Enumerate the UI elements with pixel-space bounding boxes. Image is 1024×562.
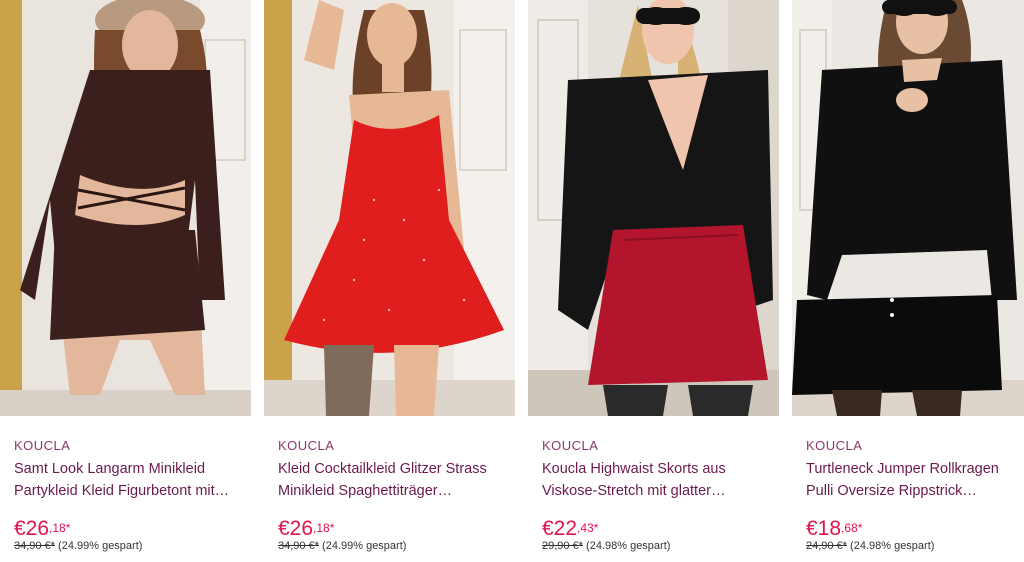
old-price: 34,90 €*: [14, 540, 55, 552]
current-price: €22,43*: [542, 517, 598, 541]
brand-label: KOUCLA: [542, 438, 599, 453]
brand-label: KOUCLA: [14, 438, 71, 453]
price-cents: ,18*: [313, 521, 335, 535]
old-price-line: 34,90 €* (24.99% gespart): [14, 540, 142, 552]
price-main: €26: [14, 517, 50, 540]
product-image[interactable]: [0, 0, 251, 416]
price-main: €18: [806, 517, 842, 540]
price-cents: ,43*: [577, 521, 599, 535]
old-price: 34,90 €*: [278, 540, 319, 552]
old-price: 24,90 €*: [806, 540, 847, 552]
discount-text: (24.99% gespart): [58, 540, 143, 552]
product-card[interactable]: KOUCLA Samt Look Langarm Minikleid Party…: [0, 0, 251, 562]
product-card[interactable]: KOUCLA Turtleneck Jumper Rollkragen Pull…: [792, 0, 1024, 562]
current-price: €26,18*: [14, 517, 70, 541]
discount-text: (24.98% gespart): [850, 540, 935, 552]
product-card[interactable]: KOUCLA Koucla Highwaist Skorts aus Visko…: [528, 0, 779, 562]
discount-text: (24.99% gespart): [322, 540, 407, 552]
brand-label: KOUCLA: [278, 438, 335, 453]
product-image[interactable]: [264, 0, 515, 416]
price-cents: ,68*: [841, 521, 863, 535]
product-image[interactable]: [528, 0, 779, 416]
old-price-line: 24,90 €* (24.98% gespart): [806, 540, 934, 552]
product-title[interactable]: Koucla Highwaist Skorts aus Viskose-Stre…: [542, 458, 770, 502]
product-title[interactable]: Samt Look Langarm Minikleid Partykleid K…: [14, 458, 242, 502]
product-card[interactable]: KOUCLA Kleid Cocktailkleid Glitzer Stras…: [264, 0, 515, 562]
old-price: 29,90 €*: [542, 540, 583, 552]
old-price-line: 34,90 €* (24.99% gespart): [278, 540, 406, 552]
brand-label: KOUCLA: [806, 438, 863, 453]
old-price-line: 29,90 €* (24.98% gespart): [542, 540, 670, 552]
product-title[interactable]: Kleid Cocktailkleid Glitzer Strass Minik…: [278, 458, 506, 502]
current-price: €26,18*: [278, 517, 334, 541]
discount-text: (24.98% gespart): [586, 540, 671, 552]
product-grid: KOUCLA Samt Look Langarm Minikleid Party…: [0, 0, 1024, 562]
price-main: €26: [278, 517, 314, 540]
price-main: €22: [542, 517, 578, 540]
price-cents: ,18*: [49, 521, 71, 535]
product-image[interactable]: [792, 0, 1024, 416]
product-title[interactable]: Turtleneck Jumper Rollkragen Pulli Overs…: [806, 458, 1024, 502]
current-price: €18,68*: [806, 517, 862, 541]
